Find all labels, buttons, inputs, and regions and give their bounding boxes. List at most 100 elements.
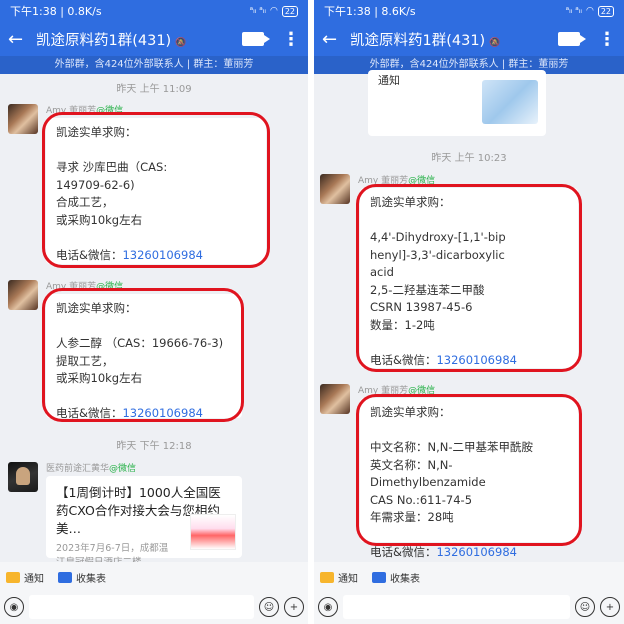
more-menu-icon[interactable]: ⋮ (598, 29, 616, 50)
group-info-bar[interactable]: 外部群，含424位外部联系人 | 群主：董丽芳 (0, 56, 308, 74)
message-line: acid (370, 265, 394, 279)
previous-message-card[interactable]: 通知 (368, 70, 546, 136)
status-time: 下午1:38 | 8.6K/s (324, 5, 416, 18)
message-line (370, 212, 568, 230)
phone-link[interactable]: 13260106984 (436, 545, 516, 559)
message-line (56, 142, 256, 160)
video-call-icon[interactable] (242, 32, 270, 46)
message-line: 凯途实单求购： (370, 405, 451, 419)
status-bar: 下午1:38 | 0.8K/s ᵃᵢᵢ ᵃᵢᵢ ◠ 22 (0, 0, 308, 22)
message-line (56, 388, 232, 406)
message-line: henyl]-3,3'-dicarboxylic (370, 247, 505, 262)
form-button[interactable]: 收集表 (372, 570, 420, 585)
video-call-icon[interactable] (558, 32, 586, 46)
sender-name: Amy 董丽芳@微信 (358, 386, 436, 396)
message-text: 凯途实单求购： 寻求 沙库巴曲（CAS: 149709-62-6) 合成工艺， 或采购… (56, 124, 256, 247)
screenshot-root: 下午1:38 | 0.8K/s ᵃᵢᵢ ᵃᵢᵢ ◠ 22 ← 凯途原料药1群(431… (0, 0, 624, 624)
wifi-icon: ◠ (585, 6, 594, 16)
sender-name: 医药前途汇黄华@微信 (46, 464, 137, 474)
signal-icon: ᵃᵢᵢ ᵃᵢᵢ (565, 6, 582, 16)
chat-title: 凯途原料药1群(431) 🔕 (36, 29, 242, 50)
message-line (370, 334, 568, 352)
chat-title: 凯途原料药1群(431) 🔕 (350, 29, 558, 50)
quick-toolbar: 通知 收集表 (0, 562, 308, 592)
chat-panel-right: 下午1:38 | 8.6K/s ᵃᵢᵢ ᵃᵢᵢ ◠ 22 ← 凯途原料药1群(431… (314, 0, 624, 624)
avatar[interactable] (320, 384, 350, 414)
message-input[interactable] (29, 595, 254, 619)
sender-name: Amy 董丽芳@微信 (46, 282, 124, 292)
megaphone-icon (320, 571, 334, 583)
chat-panel-left: 下午1:38 | 0.8K/s ᵃᵢᵢ ᵃᵢᵢ ◠ 22 ← 凯途原料药1群(431… (0, 0, 308, 624)
message-bubble[interactable]: 凯途实单求购： 4,4'-Dihydroxy-[1,1'-bip henyl]-3… (360, 188, 578, 368)
back-arrow-icon[interactable]: ← (322, 29, 350, 50)
message-bubble[interactable]: 凯途实单求购： 人参二醇 （CAS：19666-76-3) 提取工艺， 或采购10k… (46, 294, 242, 420)
message-contact: 电话&微信：13260106984 (370, 545, 517, 559)
image-thumbnail (482, 80, 538, 124)
phone-link[interactable]: 13260106984 (122, 406, 202, 420)
message-line: 2,5-二羟基连苯二甲酸 (370, 282, 485, 297)
message-line: 4,4'-Dihydroxy-[1,1'-bip (370, 230, 506, 244)
phone-link[interactable]: 13260106984 (436, 353, 516, 367)
message-line: 149709-62-6) (56, 177, 135, 192)
message-line: 或采购10kg左右 (56, 212, 143, 227)
message-line: 凯途实单求购： (370, 195, 451, 209)
message-contact: 电话&微信：13260106984 (370, 352, 517, 367)
emoji-icon[interactable]: ☺ (259, 597, 279, 617)
voice-icon[interactable]: ◉ (4, 597, 24, 617)
megaphone-icon (6, 571, 20, 583)
notice-label: 通知 (338, 573, 358, 585)
time-divider: 昨天 上午 11:09 (116, 84, 192, 95)
notice-label: 通知 (24, 573, 44, 585)
avatar[interactable] (8, 280, 38, 310)
form-icon (58, 571, 72, 583)
sender-name: Amy 董丽芳@微信 (358, 176, 436, 186)
message-bubble[interactable]: 凯途实单求购： 中文名称：N,N-二甲基苯甲酰胺 英文名称：N,N-Dimethy… (360, 398, 578, 559)
message-line: CSRN 13987-45-6 (370, 300, 473, 314)
phone-link[interactable]: 13260106984 (122, 248, 202, 262)
message-line: CAS No.:611-74-5 (370, 492, 473, 507)
message-line: 凯途实单求购： (56, 125, 137, 139)
status-icons: ᵃᵢᵢ ᵃᵢᵢ ◠ 22 (249, 5, 298, 17)
message-line: 数量：1-2吨 (370, 317, 435, 332)
message-input[interactable] (343, 595, 570, 619)
form-label: 收集表 (76, 573, 106, 585)
form-label: 收集表 (390, 573, 420, 585)
signal-icon: ᵃᵢᵢ ᵃᵢᵢ (249, 6, 266, 16)
quick-toolbar: 通知 收集表 (314, 562, 624, 592)
notice-button[interactable]: 通知 (320, 570, 358, 585)
chat-header: ← 凯途原料药1群(431) 🔕 ⋮ (314, 22, 624, 56)
message-line (56, 318, 232, 336)
message-line: 寻求 沙库巴曲（CAS: (56, 160, 168, 174)
input-bar: ◉ ☺ + (314, 590, 624, 624)
message-text: 凯途实单求购： 人参二醇 （CAS：19666-76-3) 提取工艺， 或采购10k… (56, 300, 232, 405)
message-line (370, 422, 568, 440)
message-line: 人参二醇 （CAS：19666-76-3) (56, 336, 224, 350)
more-menu-icon[interactable]: ⋮ (282, 29, 300, 50)
previous-message-text: 通知 (378, 74, 400, 87)
message-line (370, 527, 568, 545)
message-line (56, 229, 256, 247)
emoji-icon[interactable]: ☺ (575, 597, 595, 617)
form-button[interactable]: 收集表 (58, 570, 106, 585)
status-time: 下午1:38 | 0.8K/s (10, 5, 102, 18)
link-thumbnail (190, 514, 236, 550)
message-text: 凯途实单求购： 4,4'-Dihydroxy-[1,1'-bip henyl]-3… (370, 194, 568, 352)
avatar[interactable] (320, 174, 350, 204)
group-name: 凯途原料药1群(431) (350, 32, 486, 49)
message-bubble[interactable]: 凯途实单求购： 寻求 沙库巴曲（CAS: 149709-62-6) 合成工艺， 或采购… (46, 118, 266, 264)
sender-name: Amy 董丽芳@微信 (46, 106, 124, 116)
group-name: 凯途原料药1群(431) (36, 32, 172, 49)
mute-icon: 🔕 (489, 37, 501, 48)
plus-icon[interactable]: + (284, 597, 304, 617)
voice-icon[interactable]: ◉ (318, 597, 338, 617)
avatar[interactable] (8, 104, 38, 134)
avatar[interactable] (8, 462, 38, 492)
plus-icon[interactable]: + (600, 597, 620, 617)
input-bar: ◉ ☺ + (0, 590, 308, 624)
notice-button[interactable]: 通知 (6, 570, 44, 585)
back-arrow-icon[interactable]: ← (8, 29, 36, 50)
chat-header: ← 凯途原料药1群(431) 🔕 ⋮ (0, 22, 308, 56)
link-card[interactable]: 【1周倒计时】1000人全国医药CXO合作对接大会与您相约美… 2023年7月6… (46, 476, 242, 568)
message-line: 合成工艺， (56, 195, 114, 209)
message-line: 中文名称：N,N-二甲基苯甲酰胺 (370, 440, 534, 454)
